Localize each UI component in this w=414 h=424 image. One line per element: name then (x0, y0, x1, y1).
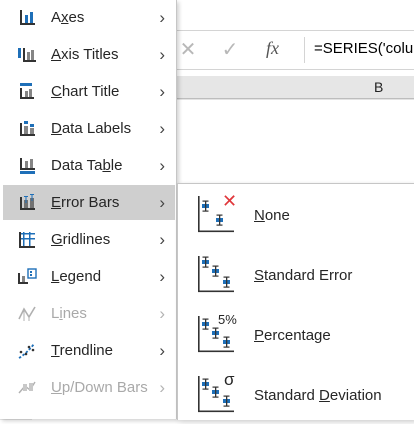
chevron-right-icon: › (159, 8, 165, 27)
menu-item-label: Data Table (51, 157, 123, 174)
axes-icon (20, 10, 35, 25)
error-bars-submenu: ✕ None Standard Error 5% Percentage σ St… (177, 183, 414, 420)
data-table-icon (20, 158, 35, 174)
menu-item-label: Legend (51, 268, 102, 285)
legend-icon (18, 268, 37, 284)
submenu-item-label: None (254, 207, 290, 224)
data-labels-icon (20, 121, 35, 136)
chart-title-icon (20, 83, 34, 99)
menu-item-axes[interactable]: Axes › (3, 0, 175, 35)
menu-item-legend[interactable]: Legend › (3, 259, 175, 294)
enter-icon[interactable]: ✓ (218, 37, 242, 62)
menu-item-error-bars[interactable]: Error Bars › (3, 185, 175, 220)
grid-line (176, 99, 414, 100)
insert-function-button[interactable]: fx (266, 38, 279, 59)
trendline-icon (18, 343, 35, 359)
menu-item-label: Gridlines (51, 231, 111, 248)
gridlines-icon (19, 232, 35, 248)
submenu-item-percentage[interactable]: 5% Percentage (178, 304, 414, 364)
menu-item-axis-titles[interactable]: Axis Titles › (3, 37, 175, 72)
menu-item-label: Data Labels (51, 120, 132, 137)
menu-item-label: Axis Titles (51, 46, 119, 63)
chevron-right-icon: › (159, 230, 165, 249)
formula-input[interactable]: =SERIES('colu (314, 40, 413, 57)
submenu-item-standard-deviation[interactable]: σ Standard Deviation (178, 364, 414, 424)
menu-item-data-labels[interactable]: Data Labels › (3, 111, 175, 146)
submenu-item-none[interactable]: ✕ None (178, 184, 414, 244)
formula-bar: ✕ ✓ fx =SERIES('colu (176, 30, 414, 70)
chevron-right-icon: › (159, 193, 165, 212)
menu-item-up-down-bars: Up/Down Bars › (3, 370, 175, 405)
menu-item-data-table[interactable]: Data Table › (3, 148, 175, 183)
percentage-badge: 5% (218, 312, 237, 327)
menu-item-label: Lines (51, 305, 87, 322)
error-bars-icon (20, 194, 35, 210)
up-down-bars-icon (18, 381, 36, 394)
chart-elements-menu: Axes › Axis Titles › Chart Title › Data … (0, 0, 177, 419)
menu-item-label: Error Bars (51, 194, 120, 211)
menu-item-lines: Lines › (3, 296, 175, 331)
chevron-right-icon: › (159, 378, 165, 397)
sigma-icon: σ (224, 370, 235, 389)
menu-item-label: Trendline (51, 342, 113, 359)
formula-bar-divider (304, 37, 305, 63)
chevron-right-icon: › (159, 267, 165, 286)
chevron-right-icon: › (159, 119, 165, 138)
chevron-right-icon: › (159, 156, 165, 175)
column-header-b[interactable]: B (374, 79, 383, 95)
cancel-icon[interactable]: ✕ (176, 37, 200, 62)
menu-item-label: Up/Down Bars (51, 379, 148, 396)
chevron-right-icon: › (159, 82, 165, 101)
lines-icon (18, 306, 36, 321)
menu-item-label: Axes (51, 9, 85, 26)
submenu-item-label: Standard Error (254, 267, 353, 284)
menu-item-label: Chart Title (51, 83, 120, 100)
menu-item-trendline[interactable]: Trendline › (3, 333, 175, 368)
chevron-right-icon: › (159, 304, 165, 323)
axis-titles-icon (18, 48, 36, 62)
chevron-right-icon: › (159, 45, 165, 64)
submenu-item-label: Standard Deviation (254, 387, 382, 404)
error-bars-standard-error-icon (198, 256, 234, 293)
menu-item-gridlines[interactable]: Gridlines › (3, 222, 175, 257)
chevron-right-icon: › (159, 341, 165, 360)
submenu-item-standard-error[interactable]: Standard Error (178, 244, 414, 304)
submenu-item-label: Percentage (254, 327, 331, 344)
column-header: B (176, 76, 414, 99)
none-cross-icon: ✕ (222, 191, 238, 211)
menu-item-chart-title[interactable]: Chart Title › (3, 74, 175, 109)
